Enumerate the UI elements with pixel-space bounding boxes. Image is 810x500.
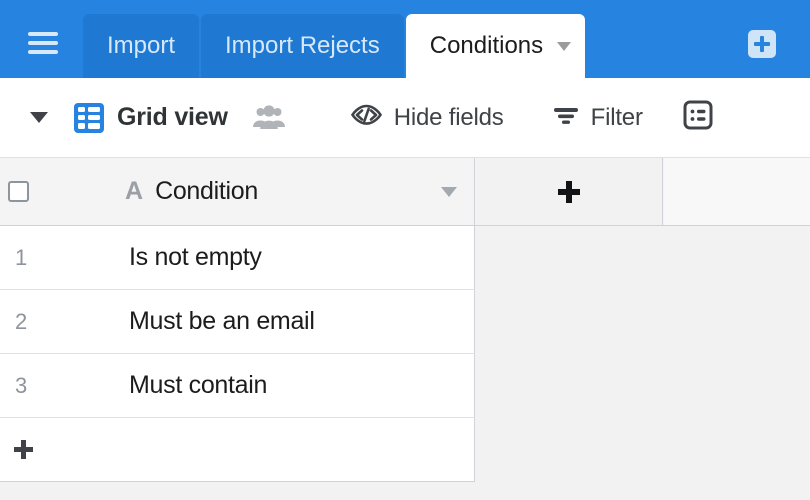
column-menu-chevron-down-icon[interactable] xyxy=(441,187,457,197)
grid-cell xyxy=(78,106,86,112)
filter-icon xyxy=(552,104,580,131)
view-toolbar: Grid view Hide fields Filter xyxy=(0,78,810,158)
table-row[interactable]: 2 Must be an email xyxy=(0,290,475,354)
view-name-label[interactable]: Grid view xyxy=(117,103,228,132)
table-row[interactable]: 1 Is not empty xyxy=(0,226,475,290)
grid-cell xyxy=(78,114,86,121)
tab-import-rejects[interactable]: Import Rejects xyxy=(201,14,404,78)
grid-cell xyxy=(88,123,100,129)
table-tabs: Import Import Rejects Conditions xyxy=(83,14,587,78)
table-row[interactable]: 3 Must contain xyxy=(0,354,475,418)
column-header-condition[interactable]: A Condition xyxy=(0,158,475,225)
cell-condition[interactable]: Must be an email xyxy=(129,307,315,336)
tab-label: Import xyxy=(107,32,176,59)
cell-condition[interactable]: Is not empty xyxy=(129,243,262,272)
view-sidebar-toggle-icon[interactable] xyxy=(30,112,48,123)
hide-fields-button[interactable]: Hide fields xyxy=(350,103,504,132)
row-number: 1 xyxy=(15,244,28,270)
add-table-button[interactable] xyxy=(748,30,776,58)
cell-condition[interactable]: Must contain xyxy=(129,371,267,400)
row-number: 2 xyxy=(15,308,28,334)
chevron-down-icon[interactable] xyxy=(557,41,572,51)
tab-import[interactable]: Import xyxy=(83,14,200,78)
header-filler xyxy=(664,158,810,225)
airtable-grid-app: Import Import Rejects Conditions Grid vi… xyxy=(0,0,810,500)
eye-slash-icon xyxy=(350,103,383,132)
tab-conditions[interactable]: Conditions xyxy=(405,14,586,78)
grid-view-icon[interactable] xyxy=(74,102,104,133)
hide-fields-label: Hide fields xyxy=(393,103,504,131)
column-header-label: Condition xyxy=(155,177,258,205)
select-all-checkbox[interactable] xyxy=(8,181,29,202)
hamburger-menu-icon[interactable] xyxy=(28,32,58,54)
hamburger-bar xyxy=(28,50,58,54)
add-row-button[interactable] xyxy=(0,418,475,482)
grid-cell xyxy=(88,114,100,121)
grid-cell xyxy=(78,123,86,129)
grid-rows: 1 Is not empty 2 Must be an email 3 Must… xyxy=(0,226,810,482)
grid-area: A Condition 1 Is not empty 2 Must be an … xyxy=(0,158,810,500)
grid-cell xyxy=(88,106,100,112)
top-tab-bar: Import Import Rejects Conditions xyxy=(0,0,810,78)
filter-label: Filter xyxy=(590,103,643,131)
plus-icon xyxy=(14,440,33,459)
filter-button[interactable]: Filter xyxy=(552,104,643,132)
people-icon[interactable] xyxy=(252,104,286,131)
hamburger-bar xyxy=(28,41,58,45)
row-height-icon[interactable] xyxy=(683,100,713,135)
row-number: 3 xyxy=(15,372,28,398)
grid-header-row: A Condition xyxy=(0,158,810,226)
plus-icon xyxy=(558,180,580,203)
add-field-button[interactable] xyxy=(476,158,663,225)
tab-label: Import Rejects xyxy=(225,32,380,59)
plus-icon xyxy=(754,36,770,52)
field-type-text-icon: A xyxy=(125,177,144,205)
hamburger-bar xyxy=(28,32,58,36)
tab-label: Conditions xyxy=(429,32,544,59)
